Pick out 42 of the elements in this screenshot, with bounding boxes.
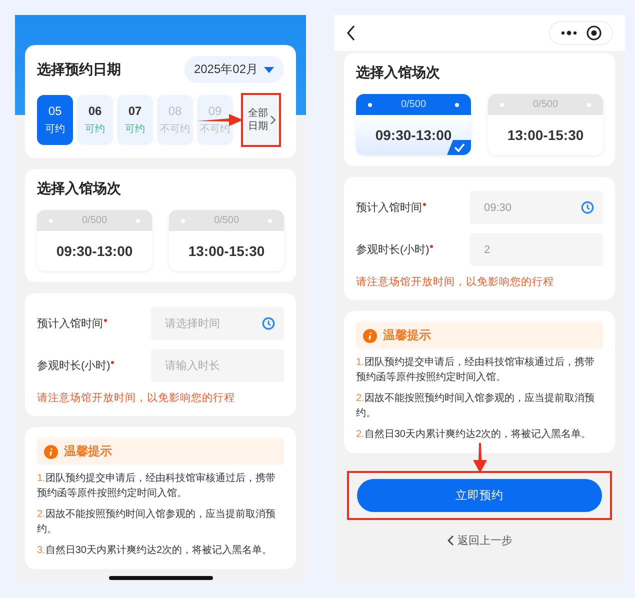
tip-text: 2.因故不能按照预约时间入馆参观的，应当提前取消预约。 xyxy=(356,392,596,421)
clock-icon xyxy=(262,317,275,330)
back-link[interactable]: 返回上一步 xyxy=(440,532,518,549)
session-option[interactable]: 0/500 13:00-15:30 xyxy=(169,210,284,271)
time-field[interactable]: 请选择时间 xyxy=(151,307,284,340)
tips-title: 温馨提示 xyxy=(64,443,112,460)
input-field[interactable]: 请输入时长 xyxy=(151,349,284,382)
card-title: 选择入馆场次 xyxy=(37,180,122,198)
submit-button[interactable]: 立即预约 xyxy=(357,479,602,512)
card-title: 选择入馆场次 xyxy=(356,64,441,82)
checkmark-icon xyxy=(447,140,471,155)
tip-text: 2.因故不能按照预约时间入馆参观的，应当提前取消预约。 xyxy=(37,508,276,537)
tip-text: 1.团队预约提交申请后，经由科技馆审核通过后，携带预约函等原件按照约定时间入馆。 xyxy=(37,472,276,501)
tip-text: 2.自然日30天内累计爽约达2次的，将被记入黑名单。 xyxy=(356,428,592,442)
tip-text: 3.自然日30天内累计爽约达2次的，将被记入黑名单。 xyxy=(37,544,274,558)
info-icon xyxy=(363,328,377,342)
field-label: 参观时长(小时) xyxy=(356,242,434,257)
field-label: 预计入馆时间 xyxy=(356,200,426,215)
back-icon[interactable] xyxy=(346,25,356,41)
chevron-left-icon xyxy=(446,535,454,546)
month-picker[interactable]: 2025年02月 xyxy=(184,56,284,83)
more-icon[interactable] xyxy=(560,30,578,36)
date-tile[interactable]: 07 可约 xyxy=(117,95,153,145)
session-option[interactable]: 0/500 09:30-13:00 xyxy=(356,94,471,155)
notice-text: 请注意场馆开放时间，以免影响您的行程 xyxy=(356,275,555,289)
field-label: 参观时长(小时) xyxy=(37,358,114,373)
session-option[interactable]: 0/500 13:00-15:30 xyxy=(488,94,603,155)
session-option[interactable]: 0/500 09:30-13:00 xyxy=(37,210,152,271)
field-label: 预计入馆时间 xyxy=(37,316,107,331)
tips-title: 温馨提示 xyxy=(383,327,431,344)
capsule-menu[interactable] xyxy=(549,21,613,45)
card-title: 选择预约日期 xyxy=(37,60,121,78)
clock-icon xyxy=(581,201,594,214)
info-icon xyxy=(44,444,58,458)
date-tile[interactable]: 05 可约 xyxy=(37,95,73,145)
close-target-icon[interactable] xyxy=(586,25,602,41)
dropdown-triangle-icon xyxy=(264,66,274,72)
all-dates-button[interactable]: 全部 日期 xyxy=(243,95,279,145)
date-tile[interactable]: 06 可约 xyxy=(77,95,113,145)
chevron-right-icon xyxy=(270,115,276,125)
tip-text: 1.团队预约提交申请后，经由科技馆审核通过后，携带预约函等原件按照约定时间入馆。 xyxy=(356,356,596,385)
notice-text: 请注意场馆开放时间，以免影响您的行程 xyxy=(37,391,236,405)
